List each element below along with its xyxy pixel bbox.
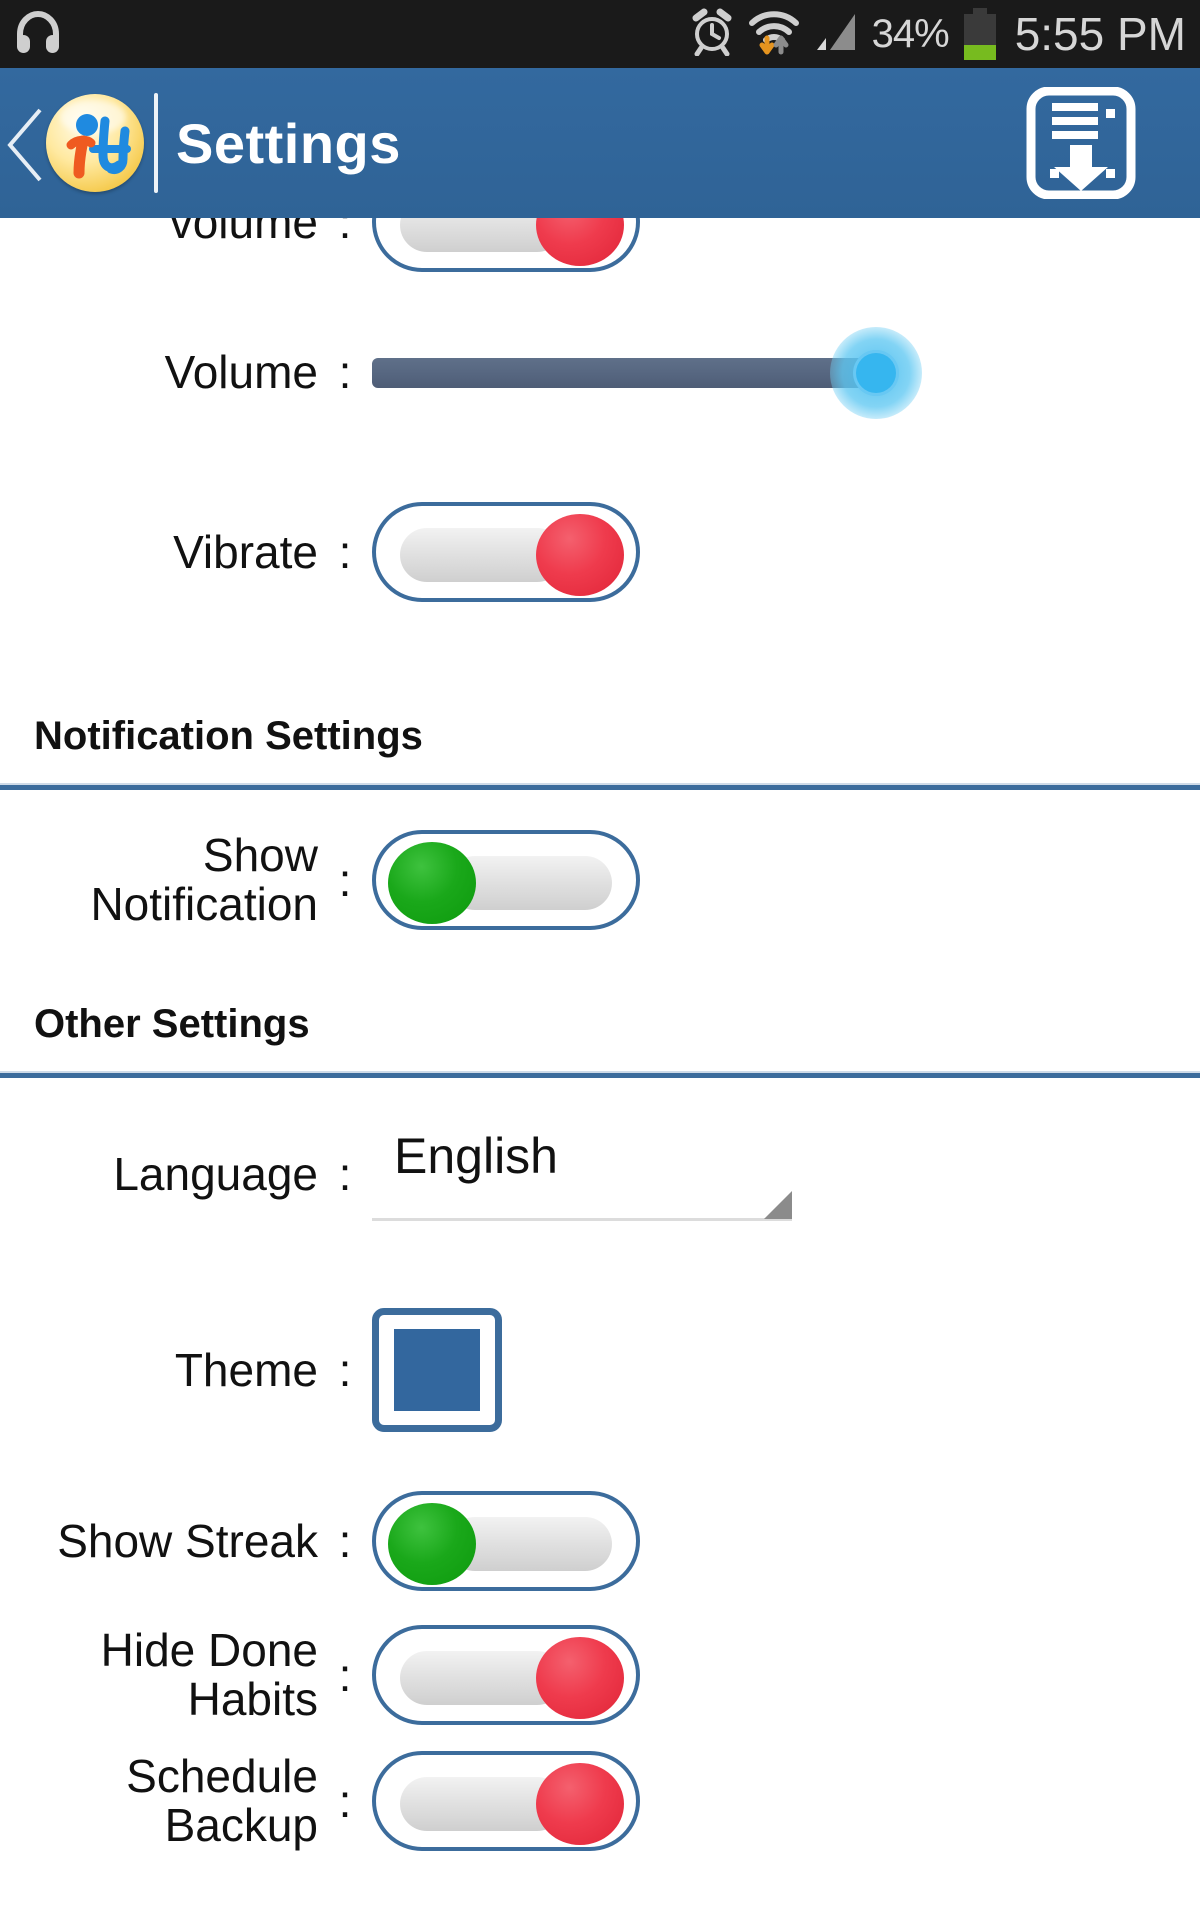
- settings-content: volume : Volume : Vibrate: Notification…: [0, 218, 1200, 1864]
- alarm-clock-icon: [689, 8, 735, 61]
- row-colon: :: [338, 218, 352, 248]
- language-selected-value: English: [394, 1128, 558, 1184]
- row-label-schedule-backup: Schedule Backup: [0, 1752, 318, 1850]
- row-label-line-1: Show: [202, 829, 318, 882]
- clock-label: 5:55 PM: [1014, 8, 1186, 60]
- slider-thumb[interactable]: [853, 350, 899, 396]
- settings-row-theme: Theme :: [0, 1270, 1200, 1470]
- cellular-signal-icon: [813, 8, 859, 61]
- headphones-icon: [14, 10, 62, 59]
- theme-color-chip: [394, 1329, 480, 1411]
- page-title: Settings: [176, 111, 401, 175]
- row-colon: :: [338, 1148, 352, 1200]
- toggle-show-notification[interactable]: [372, 830, 640, 930]
- row-label-line-2: Backup: [164, 1799, 318, 1851]
- toggle-show-streak[interactable]: [372, 1491, 640, 1591]
- toggle-hide-done-habits[interactable]: [372, 1625, 640, 1725]
- theme-color-swatch[interactable]: [372, 1308, 502, 1432]
- row-label-language: Language: [113, 1147, 318, 1200]
- section-title-other: Other Settings: [34, 1002, 310, 1046]
- row-label-vibrate: Vibrate: [173, 525, 318, 578]
- slider-track: [372, 358, 892, 388]
- settings-row-vibrate: Vibrate :: [0, 472, 1200, 632]
- dropdown-underline: [372, 1218, 792, 1221]
- battery-icon: [962, 8, 998, 60]
- back-chevron-icon: [7, 108, 42, 182]
- chevron-down-icon: [764, 1191, 792, 1219]
- row-colon: :: [338, 1515, 352, 1567]
- settings-row-schedule-backup: Schedule Backup :: [0, 1738, 1200, 1864]
- toggle-volume-partial[interactable]: [372, 218, 640, 272]
- volume-slider[interactable]: [372, 322, 932, 422]
- save-floppy-download-icon: [1026, 87, 1136, 199]
- settings-row-show-streak: Show Streak :: [0, 1470, 1200, 1612]
- appbar-divider: [154, 93, 158, 193]
- app-logo-glyphs: [46, 94, 144, 192]
- phone-screen: 34% 5:55 PM Settings volume: Volume: V…: [0, 0, 1200, 1920]
- row-label-volume: Volume: [164, 345, 318, 398]
- app-bar: Settings: [0, 68, 1200, 218]
- row-label-line-1: Hide Done: [100, 1624, 318, 1677]
- back-button[interactable]: [0, 68, 44, 218]
- row-label-show-streak: Show Streak: [57, 1514, 318, 1567]
- row-label-line-2: Notification: [90, 878, 318, 930]
- settings-row-show-notification: Show Notification :: [0, 790, 1200, 970]
- row-label-hide-done-habits: Hide Done Habits: [0, 1626, 318, 1724]
- row-colon: :: [338, 1344, 352, 1396]
- section-title-notification: Notification Settings: [34, 714, 423, 758]
- row-colon: :: [338, 1649, 352, 1701]
- row-label-line-1: Schedule: [126, 1750, 318, 1803]
- settings-row-hide-done-habits: Hide Done Habits :: [0, 1612, 1200, 1738]
- settings-row-volume: Volume :: [0, 272, 1200, 472]
- settings-row-language: Language : English: [0, 1078, 1200, 1270]
- wifi-icon: [748, 7, 800, 62]
- status-bar-right: 34% 5:55 PM: [689, 7, 1186, 62]
- toggle-vibrate[interactable]: [372, 502, 640, 602]
- row-label-volume-partial: volume: [169, 218, 318, 248]
- row-label-line-2: Habits: [187, 1673, 318, 1725]
- app-logo[interactable]: [42, 90, 148, 196]
- row-colon: :: [338, 1775, 352, 1827]
- row-colon: :: [338, 854, 352, 906]
- section-header-notification: Notification Settings: [0, 632, 1200, 785]
- row-label-theme: Theme: [174, 1343, 318, 1396]
- battery-percent-label: 34%: [871, 11, 950, 56]
- row-colon: :: [338, 346, 352, 398]
- app-logo-icon: [46, 94, 144, 192]
- status-bar: 34% 5:55 PM: [0, 0, 1200, 68]
- row-colon: :: [338, 526, 352, 578]
- save-button[interactable]: [1020, 82, 1142, 204]
- row-label-show-notification: Show Notification: [0, 831, 318, 929]
- status-bar-left: [14, 10, 62, 59]
- language-dropdown[interactable]: English: [372, 1127, 792, 1221]
- toggle-schedule-backup[interactable]: [372, 1751, 640, 1851]
- settings-row-volume-partial: volume :: [0, 218, 1200, 272]
- section-header-other: Other Settings: [0, 970, 1200, 1073]
